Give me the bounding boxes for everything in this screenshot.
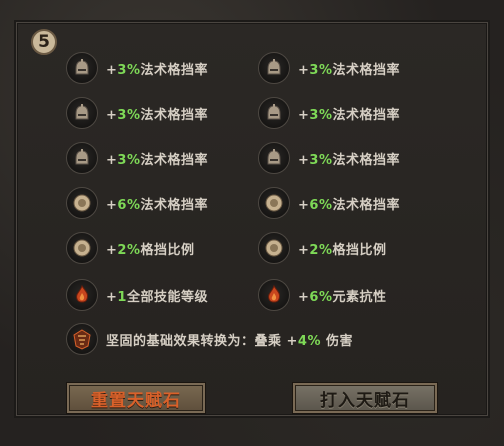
talent-row: +2%格挡比例 [66,231,195,265]
talent-row-text: +6%法术格挡率 [106,197,208,213]
talent-row: +1全部技能等级 [66,278,208,312]
flame-orb-icon [66,279,98,311]
talent-row-text: +3%法术格挡率 [106,62,208,78]
talent-row-text: +1全部技能等级 [106,289,208,305]
talent-row-text: +6%法术格挡率 [298,197,400,213]
reset-talent-stone-button[interactable]: 重置天赋石 [66,382,206,414]
helmet-icon [66,142,98,174]
talent-row-text: +3%法术格挡率 [298,62,400,78]
shield-orb-icon [258,232,290,264]
flame-orb-icon [258,279,290,311]
talent-row: +2%格挡比例 [258,231,387,265]
shield-orb-icon [66,232,98,264]
special-effect-text: 坚固的基础效果转换为：叠乘 +4% 伤害 [106,333,354,349]
helmet-icon [258,52,290,84]
talent-row: +3%法术格挡率 [258,141,400,175]
helmet-icon [66,97,98,129]
talent-row-text: +3%法术格挡率 [106,107,208,123]
talent-row: +3%法术格挡率 [258,96,400,130]
rune-emblem-icon [66,323,98,355]
rank-badge: 5 [31,29,57,55]
talent-row: +6%元素抗性 [258,278,387,312]
talent-row-text: +2%格挡比例 [106,242,195,258]
special-effect-row: 坚固的基础效果转换为：叠乘 +4% 伤害 [66,322,353,356]
insert-talent-stone-button[interactable]: 打入天赋石 [292,382,438,414]
talent-row: +6%法术格挡率 [258,186,400,220]
talent-row: +3%法术格挡率 [66,141,208,175]
talent-row: +3%法术格挡率 [258,51,400,85]
helmet-icon [258,142,290,174]
talent-row: +3%法术格挡率 [66,51,208,85]
shield-orb-icon [258,187,290,219]
helmet-icon [258,97,290,129]
talent-row: +3%法术格挡率 [66,96,208,130]
shield-orb-icon [66,187,98,219]
talent-row-text: +3%法术格挡率 [298,152,400,168]
talent-row-text: +3%法术格挡率 [298,107,400,123]
talent-row-text: +6%元素抗性 [298,289,387,305]
helmet-icon [66,52,98,84]
talent-row: +6%法术格挡率 [66,186,208,220]
talent-row-text: +3%法术格挡率 [106,152,208,168]
talent-row-text: +2%格挡比例 [298,242,387,258]
